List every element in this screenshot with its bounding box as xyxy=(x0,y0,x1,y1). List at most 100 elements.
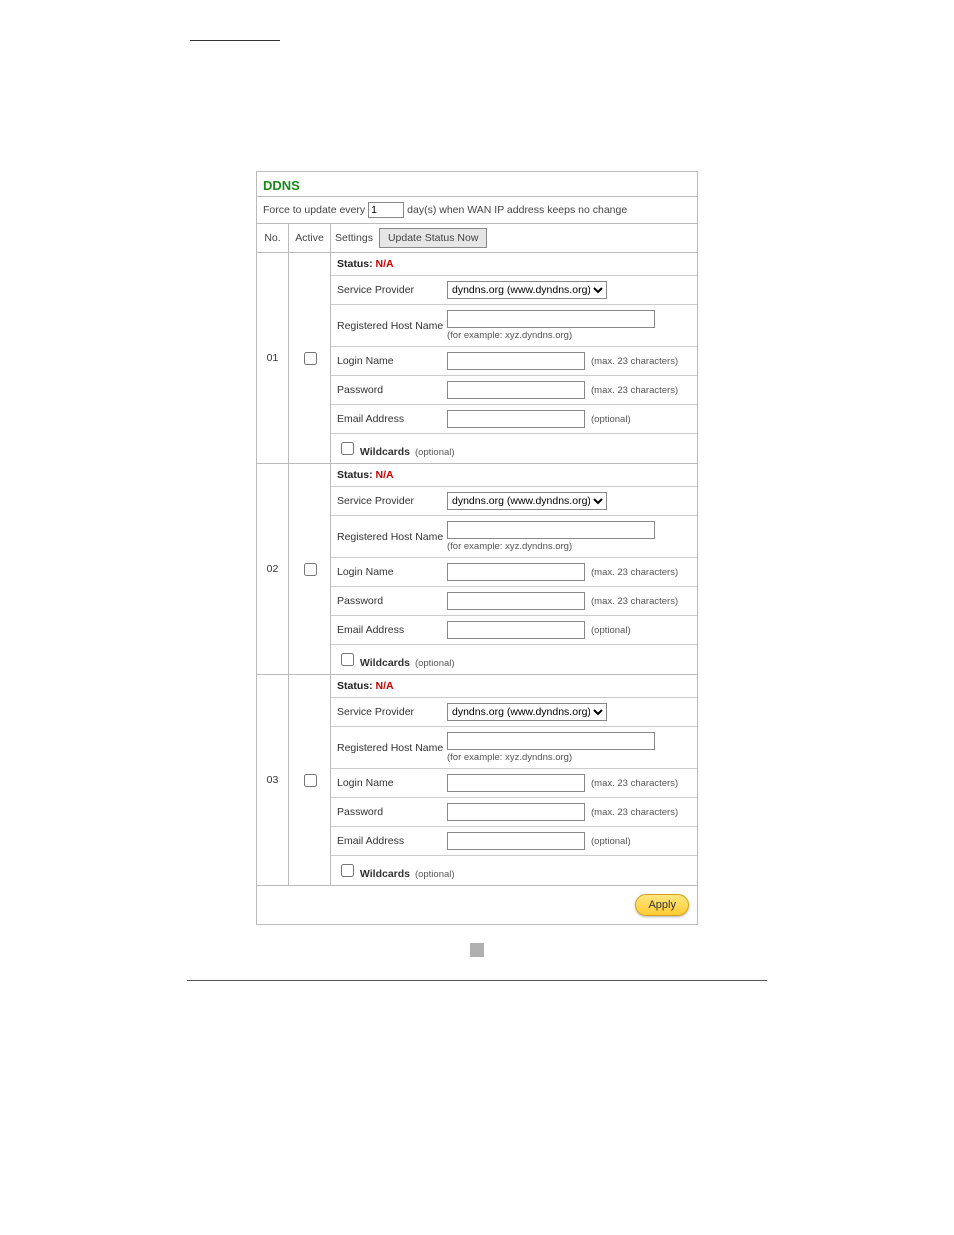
hostname-input[interactable] xyxy=(447,310,655,328)
hostname-hint: (for example: xyz.dyndns.org) xyxy=(447,541,572,552)
password-input[interactable] xyxy=(447,592,585,610)
password-row: Password (max. 23 characters) xyxy=(331,587,697,616)
active-checkbox[interactable] xyxy=(304,352,317,365)
active-checkbox[interactable] xyxy=(304,563,317,576)
password-label: Password xyxy=(337,384,447,396)
password-hint: (max. 23 characters) xyxy=(591,807,678,818)
login-label: Login Name xyxy=(337,566,447,578)
table-header: No. Active Settings Update Status Now xyxy=(257,224,697,253)
wildcards-row: Wildcards (optional) xyxy=(331,434,697,463)
force-suffix: day(s) when WAN IP address keeps no chan… xyxy=(407,204,627,216)
status-value: N/A xyxy=(376,258,394,270)
entry-no: 03 xyxy=(257,675,289,885)
provider-label: Service Provider xyxy=(337,284,447,296)
entry-row: 03 Status: N/A Service Provider dyndns.o… xyxy=(257,675,697,886)
entry-settings: Status: N/A Service Provider dyndns.org … xyxy=(331,464,697,674)
wildcards-hint: (optional) xyxy=(415,658,455,669)
password-hint: (max. 23 characters) xyxy=(591,596,678,607)
email-row: Email Address (optional) xyxy=(331,405,697,434)
provider-row: Service Provider dyndns.org (www.dyndns.… xyxy=(331,487,697,516)
decorative-square xyxy=(470,943,484,957)
hostname-row: Registered Host Name (for example: xyz.d… xyxy=(331,516,697,558)
provider-select[interactable]: dyndns.org (www.dyndns.org) xyxy=(447,281,607,299)
entry-row: 01 Status: N/A Service Provider dyndns.o… xyxy=(257,253,697,464)
force-update-row: Force to update every day(s) when WAN IP… xyxy=(257,197,697,224)
email-input[interactable] xyxy=(447,410,585,428)
login-row: Login Name (max. 23 characters) xyxy=(331,347,697,376)
provider-select[interactable]: dyndns.org (www.dyndns.org) xyxy=(447,492,607,510)
password-label: Password xyxy=(337,806,447,818)
wildcards-row: Wildcards (optional) xyxy=(331,856,697,885)
password-row: Password (max. 23 characters) xyxy=(331,798,697,827)
wildcards-label: Wildcards xyxy=(360,446,410,458)
email-label: Email Address xyxy=(337,835,447,847)
email-label: Email Address xyxy=(337,413,447,425)
entry-no: 01 xyxy=(257,253,289,463)
email-row: Email Address (optional) xyxy=(331,827,697,856)
wildcards-checkbox[interactable] xyxy=(341,864,354,877)
bottom-rule xyxy=(187,980,767,981)
entry-row: 02 Status: N/A Service Provider dyndns.o… xyxy=(257,464,697,675)
hostname-input[interactable] xyxy=(447,521,655,539)
wildcards-checkbox[interactable] xyxy=(341,653,354,666)
login-input[interactable] xyxy=(447,352,585,370)
login-row: Login Name (max. 23 characters) xyxy=(331,769,697,798)
hostname-row: Registered Host Name (for example: xyz.d… xyxy=(331,727,697,769)
update-status-button[interactable]: Update Status Now xyxy=(379,228,487,248)
email-hint: (optional) xyxy=(591,836,631,847)
login-hint: (max. 23 characters) xyxy=(591,778,678,789)
provider-label: Service Provider xyxy=(337,706,447,718)
provider-row: Service Provider dyndns.org (www.dyndns.… xyxy=(331,698,697,727)
apply-row: Apply xyxy=(257,886,697,924)
status-row: Status: N/A xyxy=(331,675,697,698)
ddns-panel: DDNS Force to update every day(s) when W… xyxy=(256,171,698,925)
email-input[interactable] xyxy=(447,832,585,850)
wildcards-checkbox[interactable] xyxy=(341,442,354,455)
provider-row: Service Provider dyndns.org (www.dyndns.… xyxy=(331,276,697,305)
email-hint: (optional) xyxy=(591,414,631,425)
col-settings: Settings Update Status Now xyxy=(331,224,697,252)
col-no: No. xyxy=(257,224,289,252)
password-input[interactable] xyxy=(447,381,585,399)
col-settings-label: Settings xyxy=(335,232,373,244)
password-input[interactable] xyxy=(447,803,585,821)
entry-no: 02 xyxy=(257,464,289,674)
status-row: Status: N/A xyxy=(331,253,697,276)
entry-settings: Status: N/A Service Provider dyndns.org … xyxy=(331,675,697,885)
provider-label: Service Provider xyxy=(337,495,447,507)
email-input[interactable] xyxy=(447,621,585,639)
status-value: N/A xyxy=(376,469,394,481)
hostname-input[interactable] xyxy=(447,732,655,750)
wildcards-label: Wildcards xyxy=(360,657,410,669)
wildcards-row: Wildcards (optional) xyxy=(331,645,697,674)
status-value: N/A xyxy=(376,680,394,692)
status-row: Status: N/A xyxy=(331,464,697,487)
panel-title: DDNS xyxy=(257,172,697,197)
login-label: Login Name xyxy=(337,777,447,789)
entry-settings: Status: N/A Service Provider dyndns.org … xyxy=(331,253,697,463)
login-input[interactable] xyxy=(447,563,585,581)
login-hint: (max. 23 characters) xyxy=(591,567,678,578)
password-row: Password (max. 23 characters) xyxy=(331,376,697,405)
apply-button[interactable]: Apply xyxy=(635,894,689,916)
status-label: Status: xyxy=(337,680,373,692)
force-prefix: Force to update every xyxy=(263,204,365,216)
hostname-hint: (for example: xyz.dyndns.org) xyxy=(447,330,572,341)
login-label: Login Name xyxy=(337,355,447,367)
provider-select[interactable]: dyndns.org (www.dyndns.org) xyxy=(447,703,607,721)
status-label: Status: xyxy=(337,258,373,270)
top-rule xyxy=(190,40,280,41)
email-hint: (optional) xyxy=(591,625,631,636)
wildcards-label: Wildcards xyxy=(360,868,410,880)
active-checkbox[interactable] xyxy=(304,774,317,787)
password-hint: (max. 23 characters) xyxy=(591,385,678,396)
force-update-input[interactable] xyxy=(368,202,404,218)
login-input[interactable] xyxy=(447,774,585,792)
hostname-label: Registered Host Name xyxy=(337,742,447,754)
password-label: Password xyxy=(337,595,447,607)
hostname-hint: (for example: xyz.dyndns.org) xyxy=(447,752,572,763)
hostname-row: Registered Host Name (for example: xyz.d… xyxy=(331,305,697,347)
entry-active-cell xyxy=(289,253,331,463)
wildcards-hint: (optional) xyxy=(415,447,455,458)
entry-active-cell xyxy=(289,464,331,674)
